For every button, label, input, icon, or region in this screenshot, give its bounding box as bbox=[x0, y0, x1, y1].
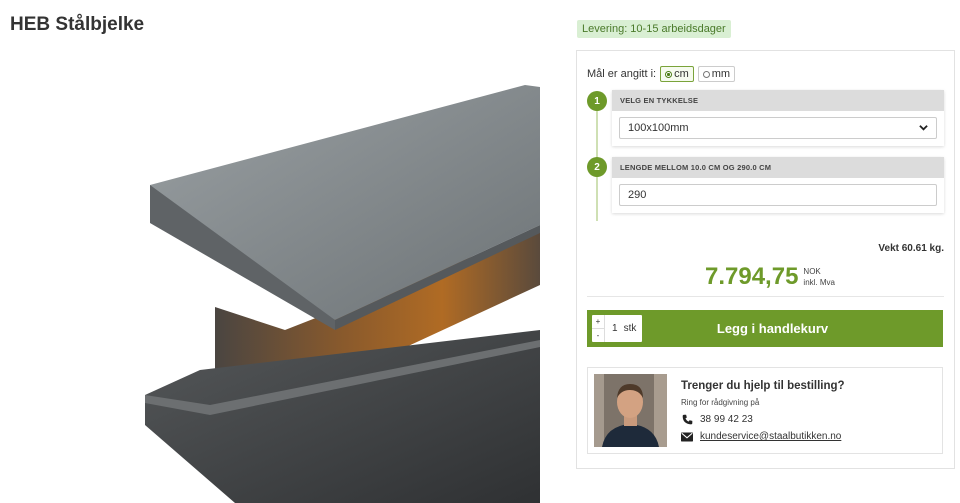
divider bbox=[587, 296, 944, 297]
help-title: Trenger du hjelp til bestilling? bbox=[681, 380, 845, 392]
email-link[interactable]: kundeservice@staalbutikken.no bbox=[700, 431, 841, 442]
quantity-stepper: + - 1 stk bbox=[592, 315, 642, 342]
product-weight: Vekt 60.61 kg. bbox=[878, 243, 944, 254]
step-title: LENGDE MELLOM 10.0 CM OG 290.0 CM bbox=[612, 157, 944, 178]
quantity-decrease-button[interactable]: - bbox=[592, 328, 604, 342]
price-vat-note: inkl. Mva bbox=[803, 278, 835, 287]
unit-option-cm[interactable]: cm bbox=[660, 66, 694, 82]
phone-row: 38 99 42 23 bbox=[681, 414, 753, 425]
quantity-input[interactable]: 1 bbox=[612, 323, 618, 334]
unit-label: Mål er angitt i: bbox=[587, 68, 657, 80]
add-to-cart-button[interactable]: Legg i handlekurv bbox=[647, 310, 943, 347]
price-block: 7.794,75 NOK inkl. Mva bbox=[705, 263, 835, 291]
envelope-icon bbox=[681, 432, 693, 442]
radio-selected-icon bbox=[665, 70, 673, 78]
delivery-badge: Levering: 10-15 arbeidsdager bbox=[577, 20, 731, 38]
product-image bbox=[145, 85, 540, 503]
step-title: VELG EN TYKKELSE bbox=[612, 90, 944, 111]
avatar bbox=[594, 374, 667, 447]
radio-icon bbox=[702, 70, 710, 78]
step-length: LENGDE MELLOM 10.0 CM OG 290.0 CM 290 bbox=[612, 157, 944, 213]
help-card: Trenger du hjelp til bestilling? Ring fo… bbox=[587, 367, 943, 454]
length-input[interactable]: 290 bbox=[619, 184, 937, 206]
unit-selector: Mål er angitt i: cm mm bbox=[587, 66, 736, 82]
step-thickness: VELG EN TYKKELSE 100x100mm bbox=[612, 90, 944, 146]
help-subtitle: Ring for rådgivning på bbox=[681, 398, 760, 407]
phone-icon bbox=[681, 414, 693, 425]
price-currency: NOK bbox=[803, 267, 821, 276]
chevron-down-icon bbox=[919, 123, 928, 134]
product-config-panel: Mål er angitt i: cm mm 1 VELG EN TYKKELS… bbox=[576, 50, 955, 469]
quantity-increase-button[interactable]: + bbox=[592, 315, 604, 328]
product-title: HEB Stålbjelke bbox=[10, 14, 145, 35]
quantity-unit: stk bbox=[623, 323, 637, 334]
step-number-1: 1 bbox=[587, 91, 607, 111]
add-to-cart-row: + - 1 stk Legg i handlekurv bbox=[587, 310, 943, 347]
step-number-2: 2 bbox=[587, 157, 607, 177]
email-row: kundeservice@staalbutikken.no bbox=[681, 431, 841, 442]
unit-option-mm[interactable]: mm bbox=[697, 66, 736, 82]
thickness-select[interactable]: 100x100mm bbox=[619, 117, 937, 139]
phone-number[interactable]: 38 99 42 23 bbox=[700, 414, 753, 425]
price-amount: 7.794,75 bbox=[705, 263, 799, 290]
